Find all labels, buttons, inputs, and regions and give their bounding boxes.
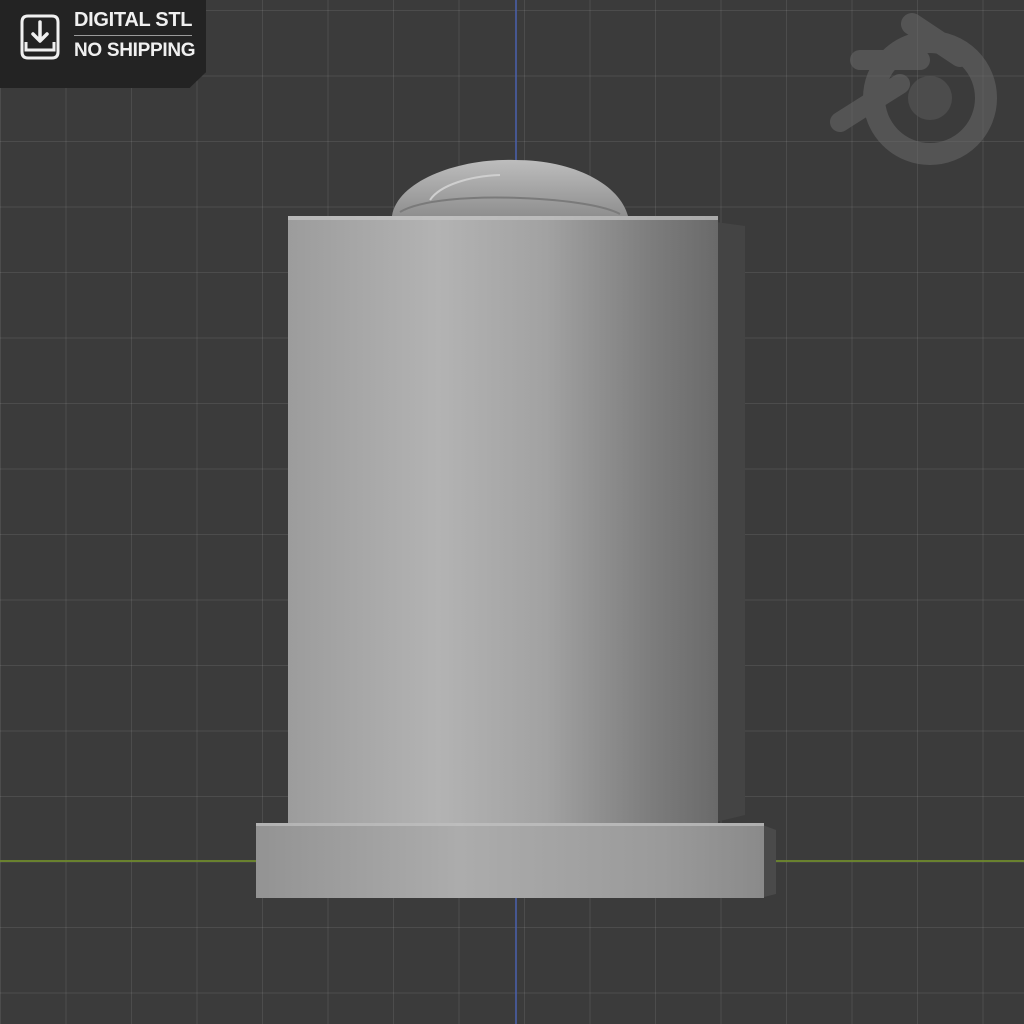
blender-logo-icon xyxy=(830,13,997,165)
badge-divider xyxy=(74,35,192,36)
download-icon xyxy=(20,14,60,60)
base-plate xyxy=(256,823,776,898)
badge-title: DIGITAL STL xyxy=(74,9,193,31)
dome-cap xyxy=(392,159,628,216)
badge-subtitle: NO SHIPPING xyxy=(74,40,196,61)
cylinder-body xyxy=(288,216,745,824)
3d-viewport[interactable]: DIGITAL STL NO SHIPPING xyxy=(0,0,1024,1024)
digital-stl-badge: DIGITAL STL NO SHIPPING xyxy=(0,0,206,88)
